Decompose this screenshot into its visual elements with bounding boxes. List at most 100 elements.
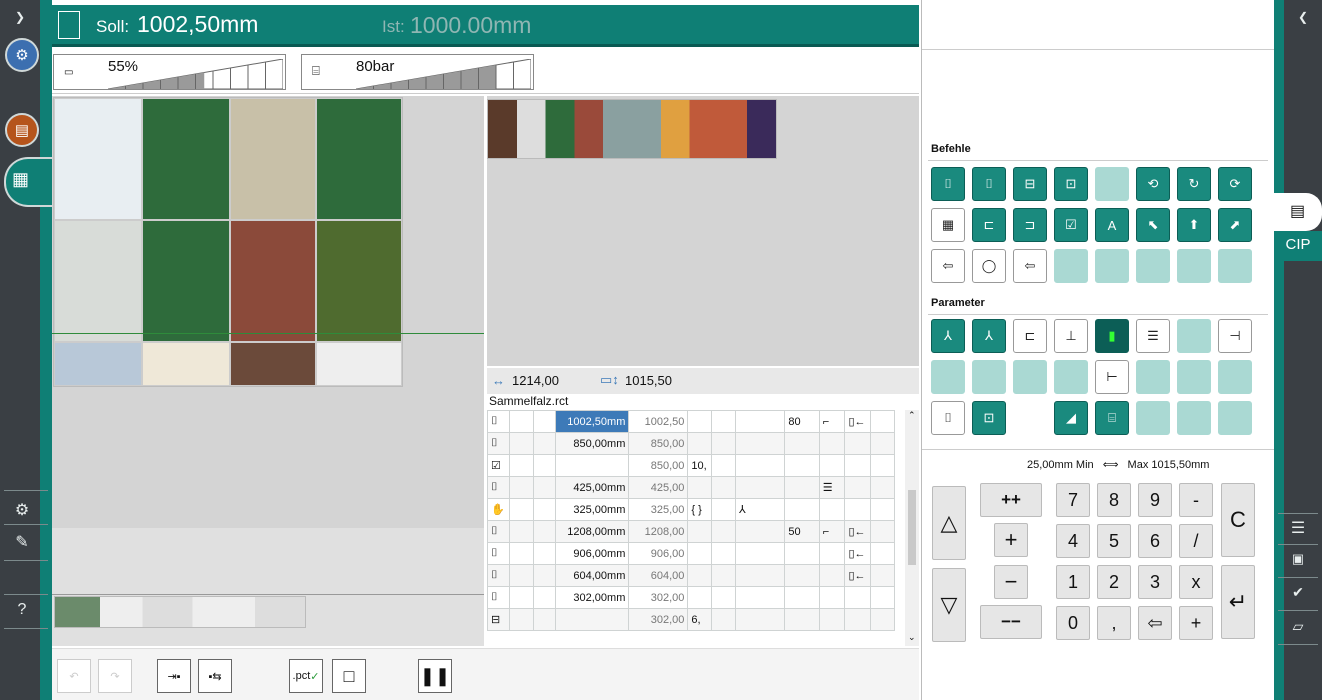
- pressure-cell[interactable]: 80: [784, 410, 820, 433]
- empty-cell[interactable]: [711, 454, 736, 477]
- step-icon[interactable]: ✋: [486, 498, 511, 521]
- empty-cell[interactable]: [532, 608, 557, 631]
- save-icon[interactable]: ▣: [1278, 551, 1318, 567]
- stack-icon[interactable]: ▤: [5, 113, 39, 147]
- air-cell[interactable]: [734, 454, 786, 477]
- soll-cell[interactable]: 850,00mm: [555, 432, 630, 455]
- knife-right-icon[interactable]: ⌷: [972, 167, 1006, 201]
- key-button[interactable]: +: [1179, 606, 1213, 640]
- empty-cell[interactable]: [870, 608, 895, 631]
- clamp-cell[interactable]: [818, 608, 846, 631]
- empty-cell[interactable]: [711, 432, 736, 455]
- table-row[interactable]: ☑ 850,00 10,: [486, 454, 895, 477]
- clamp-cell[interactable]: [818, 542, 846, 565]
- eject-cell[interactable]: [844, 498, 872, 521]
- ist-cell[interactable]: 1002,50: [628, 410, 689, 433]
- eject-cell[interactable]: ▯←: [844, 542, 872, 565]
- ist-cell[interactable]: 325,00: [628, 498, 689, 521]
- empty-cell[interactable]: [509, 564, 534, 587]
- air-cell[interactable]: ⅄: [734, 498, 786, 521]
- triangle-down-button[interactable]: ▽: [932, 568, 966, 642]
- soll-cell[interactable]: 604,00mm: [555, 564, 630, 587]
- clamp-measure-param-icon[interactable]: ⊡: [972, 401, 1006, 435]
- document-list-icon[interactable]: ☰: [1278, 518, 1318, 538]
- clamp-cell[interactable]: ⌐: [818, 520, 846, 543]
- empty-cell[interactable]: [711, 542, 736, 565]
- clamp-cell[interactable]: ⌐: [818, 410, 846, 433]
- extra-cell[interactable]: [687, 564, 713, 587]
- table-row[interactable]: ⌷ 850,00mm 850,00: [486, 432, 895, 455]
- key-button[interactable]: 0: [1056, 606, 1090, 640]
- soll-cell[interactable]: 325,00mm: [555, 498, 630, 521]
- empty-cell[interactable]: [509, 498, 534, 521]
- clamp-pressure-param-icon[interactable]: ⌸: [1095, 401, 1129, 435]
- table-row[interactable]: ✋ 325,00mm 325,00{ } ⅄: [486, 498, 895, 521]
- pressure-cell[interactable]: [784, 542, 820, 565]
- ist-cell[interactable]: 604,00: [628, 564, 689, 587]
- eject-cell[interactable]: ▯←: [844, 410, 872, 433]
- empty-cell[interactable]: [509, 586, 534, 609]
- pusher-icon[interactable]: ⊣: [1218, 319, 1252, 353]
- clamp-cell[interactable]: [818, 586, 846, 609]
- eject-cell[interactable]: [844, 608, 872, 631]
- air-cell[interactable]: [734, 520, 786, 543]
- eject-cell[interactable]: [844, 476, 872, 499]
- pressure-cell[interactable]: [784, 498, 820, 521]
- key-button[interactable]: 8: [1097, 483, 1131, 517]
- key-button[interactable]: 3: [1138, 565, 1172, 599]
- empty-cell[interactable]: [711, 410, 736, 433]
- pressure-cell[interactable]: [784, 586, 820, 609]
- ist-cell[interactable]: 850,00: [628, 454, 689, 477]
- table-row[interactable]: ⌷ 425,00mm 425,00 ☰: [486, 476, 895, 499]
- empty-cell[interactable]: [870, 432, 895, 455]
- empty-cell[interactable]: [711, 498, 736, 521]
- air-cell[interactable]: [734, 410, 786, 433]
- step-up-button[interactable]: +: [994, 523, 1028, 557]
- pressure-cell[interactable]: 50: [784, 520, 820, 543]
- empty-cell[interactable]: [711, 586, 736, 609]
- eject-left-icon[interactable]: ⊏: [972, 208, 1006, 242]
- empty-cell[interactable]: [870, 586, 895, 609]
- empty-cell[interactable]: [509, 476, 534, 499]
- step-icon[interactable]: ⌷: [486, 476, 511, 499]
- key-button[interactable]: 9: [1138, 483, 1172, 517]
- pause-button[interactable]: ❚❚: [418, 659, 452, 693]
- key-button[interactable]: 4: [1056, 524, 1090, 558]
- key-button[interactable]: ,: [1097, 606, 1131, 640]
- scrollbar-thumb[interactable]: [908, 490, 916, 565]
- key-button[interactable]: 6: [1138, 524, 1172, 558]
- air-cell[interactable]: [734, 542, 786, 565]
- step-up-double-button[interactable]: ++: [980, 483, 1042, 517]
- redo-button[interactable]: ↷: [98, 659, 132, 693]
- corner-right-icon[interactable]: ⬈: [1218, 208, 1252, 242]
- empty-cell[interactable]: [509, 520, 534, 543]
- empty-cell[interactable]: [509, 432, 534, 455]
- key-button[interactable]: ⇦: [1138, 606, 1172, 640]
- pressure-cell[interactable]: [784, 476, 820, 499]
- soll-cell[interactable]: [555, 454, 630, 477]
- table-row[interactable]: ⊟ 302,00 6,: [486, 608, 895, 631]
- knife-left-icon[interactable]: ⌷: [931, 167, 965, 201]
- air-cell[interactable]: [734, 476, 786, 499]
- extra-cell[interactable]: [687, 476, 713, 499]
- clamp-step-icon[interactable]: ⊏: [1013, 319, 1047, 353]
- clamp-speed-param-icon[interactable]: ◢: [1054, 401, 1088, 435]
- soll-cell[interactable]: 1208,00mm: [555, 520, 630, 543]
- pressure-cell[interactable]: [784, 608, 820, 631]
- extra-cell[interactable]: [687, 586, 713, 609]
- air-cell[interactable]: [734, 432, 786, 455]
- ist-cell[interactable]: 425,00: [628, 476, 689, 499]
- eject-cell[interactable]: [844, 454, 872, 477]
- enter-button[interactable]: ↵: [1221, 565, 1255, 639]
- step-icon[interactable]: ⌷: [486, 410, 511, 433]
- empty-cell[interactable]: [711, 520, 736, 543]
- empty-cell[interactable]: [711, 608, 736, 631]
- clamp-cell[interactable]: [818, 432, 846, 455]
- list-edit-tab[interactable]: ▤: [1274, 193, 1322, 231]
- save-check-icon[interactable]: ✔: [1278, 584, 1318, 601]
- rotate-right-icon[interactable]: ⟳: [1218, 167, 1252, 201]
- empty-cell[interactable]: [870, 454, 895, 477]
- clamp-down-icon[interactable]: ⊟: [1013, 167, 1047, 201]
- soll-cell[interactable]: 302,00mm: [555, 586, 630, 609]
- empty-cell[interactable]: [532, 410, 557, 433]
